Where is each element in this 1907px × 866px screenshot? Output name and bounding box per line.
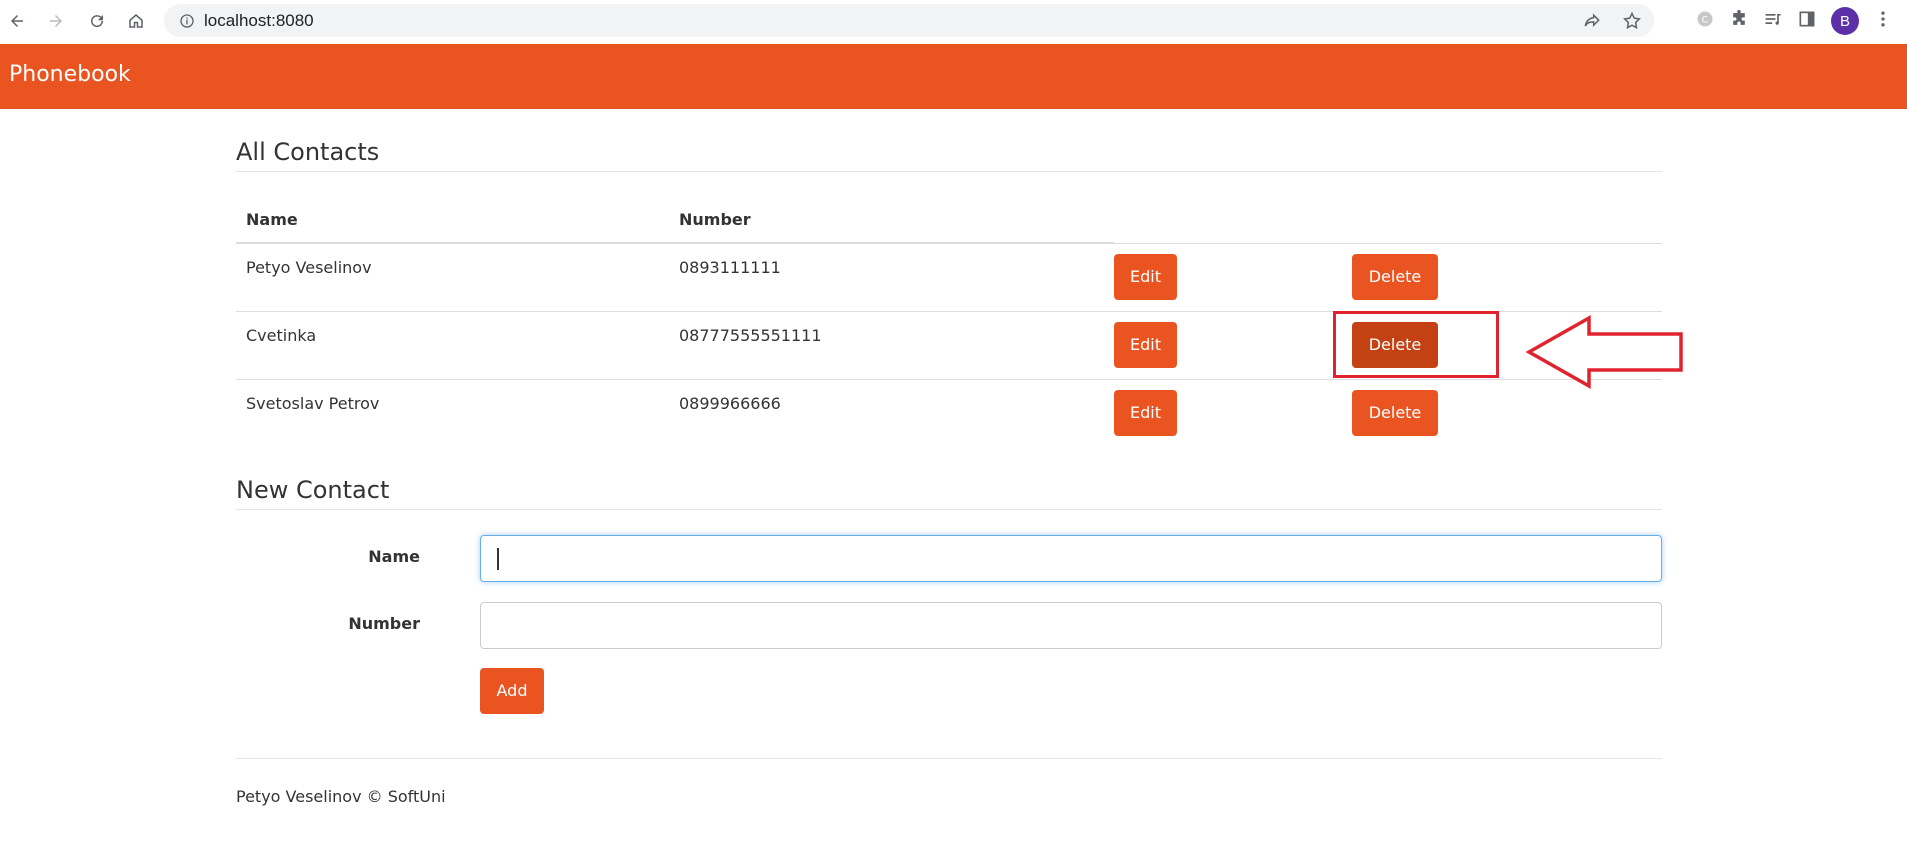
- edit-button[interactable]: Edit: [1114, 253, 1177, 300]
- extensions-puzzle-icon[interactable]: [1729, 9, 1749, 33]
- name-label: Name: [368, 547, 420, 566]
- delete-cell: Delete: [1352, 242, 1662, 311]
- forward-icon[interactable]: [42, 7, 70, 35]
- contact-number: 0899966666: [669, 378, 1114, 447]
- reload-icon[interactable]: [83, 7, 111, 35]
- column-header-name: Name: [236, 197, 669, 244]
- back-icon[interactable]: [3, 7, 31, 35]
- section-divider: [236, 509, 1662, 510]
- table-row: Svetoslav Petrov 0899966666 Edit Delete: [236, 378, 1662, 447]
- address-bar[interactable]: localhost:8080: [164, 4, 1654, 37]
- profile-avatar[interactable]: B: [1831, 7, 1859, 35]
- edit-button[interactable]: Edit: [1114, 389, 1177, 436]
- delete-button[interactable]: Delete: [1352, 389, 1438, 436]
- edit-button[interactable]: Edit: [1114, 321, 1177, 368]
- add-button[interactable]: Add: [480, 668, 544, 714]
- edit-cell: Edit: [1114, 242, 1352, 311]
- annotation-highlight-box: [1333, 311, 1499, 378]
- side-panel-icon[interactable]: [1797, 9, 1817, 33]
- column-header-edit: [1114, 197, 1352, 243]
- column-header-delete: [1352, 197, 1662, 243]
- kebab-menu-icon[interactable]: [1873, 9, 1893, 33]
- section-title-all-contacts: All Contacts: [236, 138, 380, 166]
- section-divider: [236, 171, 1662, 172]
- contact-number: 08777555551111: [669, 310, 1114, 379]
- browser-toolbar: localhost:8080 C B: [0, 0, 1907, 42]
- footer: Petyo Veselinov © SoftUni: [236, 787, 1662, 806]
- new-contact-form: Name Number Add: [236, 535, 1662, 735]
- media-queue-icon[interactable]: [1763, 9, 1783, 33]
- footer-divider: [236, 758, 1662, 759]
- brand-link[interactable]: Phonebook: [9, 62, 131, 87]
- contact-number: 0893111111: [669, 242, 1114, 311]
- extensions-area: C B: [1695, 0, 1907, 42]
- number-input[interactable]: [480, 602, 1662, 649]
- table-row: Petyo Veselinov 0893111111 Edit Delete: [236, 242, 1662, 311]
- bookmark-star-icon[interactable]: [1622, 11, 1642, 35]
- annotation-arrow-icon: [1525, 314, 1683, 390]
- name-input[interactable]: [480, 535, 1662, 582]
- home-icon[interactable]: [122, 7, 150, 35]
- table-header-row: Name Number: [236, 197, 1662, 244]
- extension-c-icon[interactable]: C: [1695, 9, 1715, 33]
- contacts-section: All Contacts: [236, 138, 1662, 166]
- edit-cell: Edit: [1114, 310, 1352, 379]
- url-text: localhost:8080: [204, 10, 314, 30]
- contact-name: Petyo Veselinov: [236, 242, 669, 311]
- number-form-row: Number: [236, 602, 1662, 649]
- contact-name: Svetoslav Petrov: [236, 378, 669, 447]
- delete-button[interactable]: Delete: [1352, 253, 1438, 300]
- column-header-number: Number: [669, 197, 1114, 244]
- number-label: Number: [348, 614, 420, 633]
- new-contact-section: New Contact: [236, 476, 1662, 504]
- contact-name: Cvetinka: [236, 310, 669, 379]
- footer-text: Petyo Veselinov © SoftUni: [236, 787, 446, 806]
- svg-text:C: C: [1702, 14, 1708, 25]
- text-caret: [497, 548, 499, 570]
- edit-cell: Edit: [1114, 378, 1352, 447]
- app-navbar: Phonebook: [0, 44, 1907, 109]
- share-icon[interactable]: [1582, 11, 1602, 35]
- section-title-new-contact: New Contact: [236, 476, 390, 504]
- name-form-row: Name: [236, 535, 1662, 582]
- site-info-icon[interactable]: [178, 12, 196, 30]
